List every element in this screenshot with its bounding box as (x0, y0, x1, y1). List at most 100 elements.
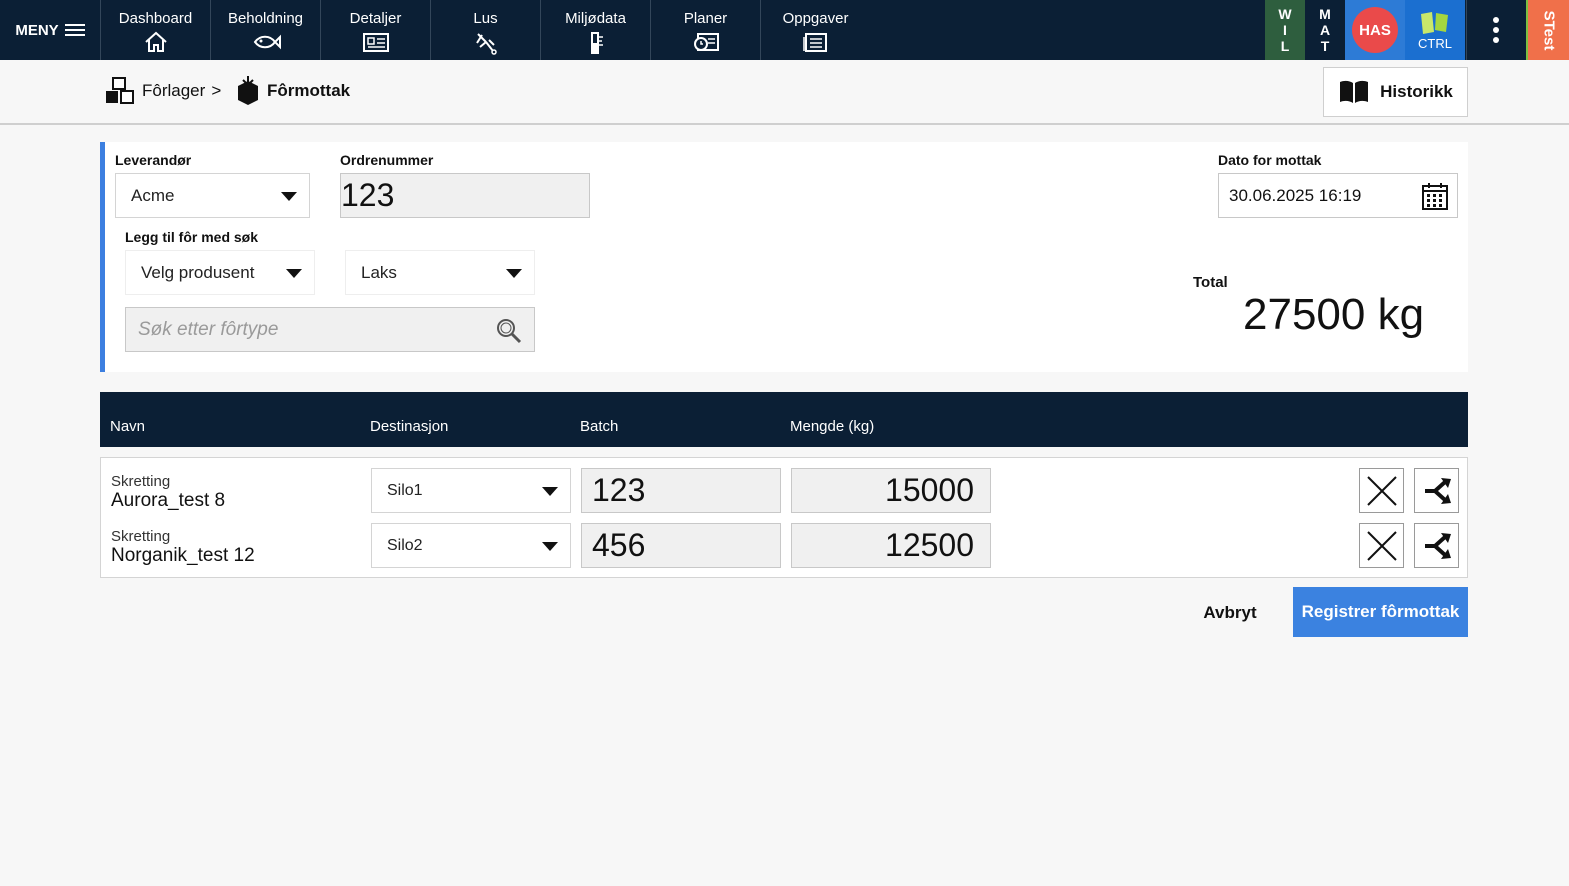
menu-label: MENY (15, 21, 59, 39)
tile-letter: A (1319, 22, 1331, 38)
top-navigation-bar: MENY Dashboard Beholdning Detaljer Lus M… (0, 0, 1569, 60)
chevron-down-icon (286, 268, 302, 278)
plans-icon (693, 33, 719, 51)
more-options-button[interactable] (1466, 0, 1524, 60)
nav-item-label: Beholdning (227, 10, 304, 27)
destination-value: Silo2 (387, 536, 423, 554)
home-icon (144, 31, 167, 52)
fish-icon (253, 34, 281, 50)
species-select-value: Laks (361, 262, 397, 282)
destination-select[interactable]: Silo2 (371, 523, 571, 568)
search-icon[interactable] (496, 318, 522, 344)
nav-item-label: Lus (473, 10, 498, 27)
environment-tag: STest (1526, 0, 1569, 60)
chevron-down-icon (542, 541, 558, 551)
hamburger-icon (64, 21, 85, 39)
tile-letter: M (1319, 6, 1331, 22)
amount-value: 15000 (885, 472, 974, 508)
history-button[interactable]: Historikk (1323, 67, 1468, 117)
receipt-date-value: 30.06.2025 16:19 (1229, 185, 1362, 205)
receipt-date-input[interactable]: 30.06.2025 16:19 (1218, 173, 1458, 218)
amount-input[interactable]: 15000 (791, 468, 991, 513)
table-row-name-cell: Skretting Aurora_test 8 (111, 473, 225, 512)
chevron-down-icon (506, 268, 522, 278)
row-producer: Skretting (111, 473, 171, 490)
split-row-button[interactable] (1414, 523, 1459, 568)
tile-letter: T (1320, 38, 1330, 54)
more-vertical-icon (1492, 13, 1499, 47)
batch-input[interactable]: 456 (581, 523, 781, 568)
row-feed-name: Norganik_test 12 (111, 545, 255, 566)
column-header-batch: Batch (580, 418, 619, 435)
page-header: Fôrlager > Fôrmottak Historikk (0, 60, 1569, 125)
amount-input[interactable]: 12500 (791, 523, 991, 568)
breadcrumb-parent[interactable]: Fôrlager > (104, 76, 221, 106)
order-number-label: Ordrenummer (340, 152, 434, 168)
page-title: Fôrmottak (267, 81, 351, 100)
destination-value: Silo1 (387, 481, 423, 499)
column-header-name: Navn (110, 418, 146, 435)
total-value: 27500 kg (1243, 290, 1425, 339)
nav-item-oppgaver[interactable]: Oppgaver (760, 0, 870, 60)
supplier-value: Acme (131, 185, 175, 205)
table-row-name-cell: Skretting Norganik_test 12 (111, 528, 255, 567)
batch-input[interactable]: 123 (581, 468, 781, 513)
register-receipt-button-label: Registrer fôrmottak (1301, 602, 1460, 621)
producer-select-value: Velg produsent (141, 262, 255, 282)
table-header: Navn Destinasjon Batch Mengde (kg) (100, 392, 1468, 447)
feed-table-body: Skretting Aurora_test 8 Silo1 123 15000 … (100, 457, 1468, 578)
order-number-input[interactable]: 123 (340, 173, 590, 218)
calendar-icon[interactable] (1421, 181, 1449, 211)
cancel-button-label: Avbryt (1203, 603, 1257, 622)
nav-item-detaljer[interactable]: Detaljer (320, 0, 430, 60)
history-button-label: Historikk (1380, 82, 1453, 101)
total-label: Total (1193, 274, 1228, 291)
amount-value: 12500 (885, 527, 974, 563)
species-select[interactable]: Laks (345, 250, 535, 295)
split-row-button[interactable] (1414, 468, 1459, 513)
site-tile-wil[interactable]: W I L (1265, 0, 1305, 60)
menu-button[interactable]: MENY (0, 0, 100, 60)
user-avatar-tile[interactable]: HAS (1345, 0, 1405, 60)
supplier-select[interactable]: Acme (115, 173, 310, 218)
nav-item-label: Oppgaver (782, 10, 849, 27)
avatar: HAS (1352, 7, 1398, 53)
nav-item-label: Planer (683, 10, 728, 27)
producer-select[interactable]: Velg produsent (125, 250, 315, 295)
order-number-value: 123 (341, 177, 395, 213)
search-placeholder: Søk etter fôrtype (138, 318, 279, 340)
nav-item-planer[interactable]: Planer (650, 0, 760, 60)
nav-item-miljodata[interactable]: Miljødata (540, 0, 650, 60)
tile-letter: I (1283, 22, 1287, 38)
ctrl-label: CTRL (1418, 35, 1452, 51)
batch-value: 456 (592, 527, 646, 563)
remove-row-button[interactable] (1359, 523, 1404, 568)
close-icon (1366, 530, 1397, 561)
site-tile-mat[interactable]: M A T (1305, 0, 1345, 60)
receipt-form-card: Leverandør Acme Ordrenummer 123 Legg til… (100, 142, 1468, 372)
tile-letter: W (1278, 6, 1292, 22)
breadcrumb-current: Fôrmottak (235, 76, 350, 106)
tasks-icon (802, 33, 827, 52)
close-icon (1366, 475, 1397, 506)
feed-type-search-input[interactable]: Søk etter fôrtype (125, 307, 535, 352)
receipt-date-label: Dato for mottak (1218, 152, 1322, 168)
destination-select[interactable]: Silo1 (371, 468, 571, 513)
nav-item-label: Detaljer (349, 10, 402, 27)
split-icon (1424, 532, 1451, 559)
thermometer-icon (590, 32, 603, 54)
remove-row-button[interactable] (1359, 468, 1404, 513)
cancel-button[interactable]: Avbryt (1190, 590, 1270, 636)
ctrl-tile[interactable]: CTRL (1405, 0, 1465, 60)
lice-icon (475, 33, 497, 55)
column-header-amount: Mengde (kg) (790, 418, 875, 435)
nav-item-dashboard[interactable]: Dashboard (100, 0, 210, 60)
add-feed-label: Legg til fôr med søk (125, 229, 259, 245)
chevron-down-icon (542, 486, 558, 496)
register-receipt-button[interactable]: Registrer fôrmottak (1293, 587, 1468, 637)
nav-item-lus[interactable]: Lus (430, 0, 540, 60)
nav-item-beholdning[interactable]: Beholdning (210, 0, 320, 60)
box-icon (238, 76, 258, 105)
book-icon (1340, 80, 1369, 103)
breadcrumb-parent-label: Fôrlager (142, 81, 206, 100)
